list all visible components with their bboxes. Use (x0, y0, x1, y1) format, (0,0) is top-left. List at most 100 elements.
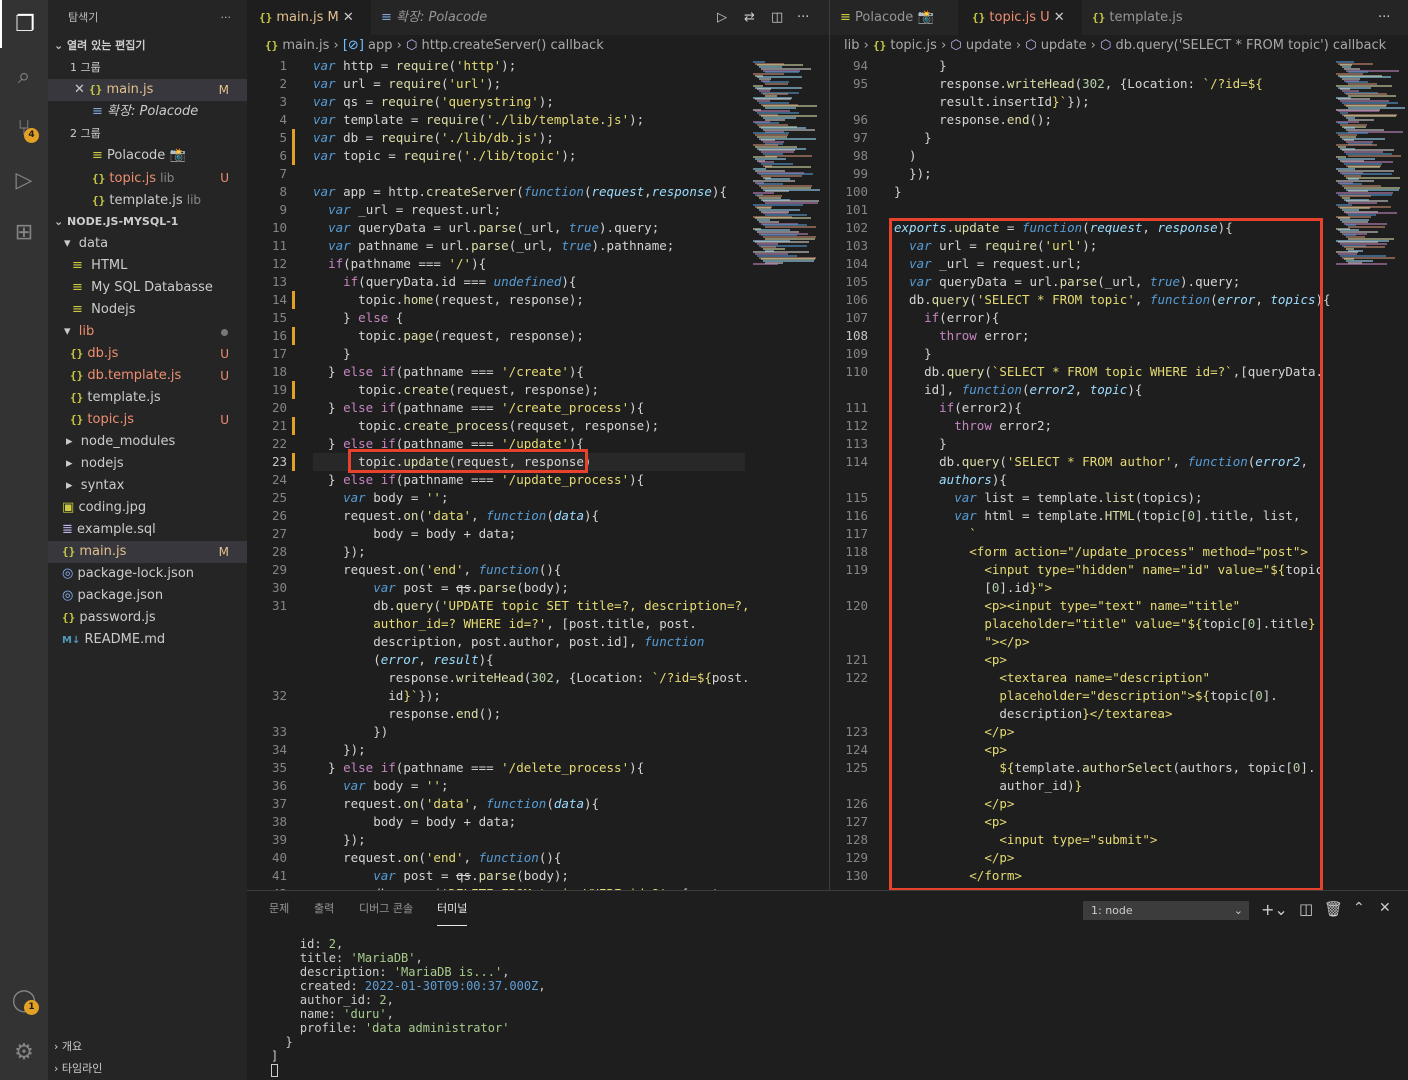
line-number: 98 (852, 148, 868, 163)
code-line: var _url = request.url; (328, 202, 502, 217)
code-line: var queryData = url.parse(_url, true).qu… (328, 220, 660, 235)
settings-gear-icon[interactable]: ⚙ (0, 1028, 48, 1076)
tree-file-topic-js[interactable]: {} topic.js U (48, 409, 247, 431)
new-terminal-icon[interactable]: +⌄ (1261, 900, 1288, 919)
tab-close-icon[interactable]: ✕ (343, 10, 354, 25)
tab-debug-console[interactable]: 디버그 콘솔 (359, 891, 413, 926)
explorer-title: 탐색기 (68, 11, 99, 24)
extensions-icon[interactable]: ⊞ (0, 208, 48, 256)
tree-file-package-lock[interactable]: ◎ package-lock.json (48, 563, 247, 585)
scm-badge: 4 (24, 128, 39, 143)
tree-file-readme[interactable]: M↓ README.md (48, 629, 247, 651)
code-line: request.on('end', function(){ (313, 850, 562, 865)
tree-file-db-template-js[interactable]: {} db.template.js U (48, 365, 247, 387)
run-debug-icon[interactable]: ▷ (0, 156, 48, 204)
line-number: 112 (845, 418, 868, 433)
tab-main-js[interactable]: {} main.js M ✕ (247, 0, 371, 35)
open-editor-template-js[interactable]: {} template.js lib (48, 189, 247, 211)
tree-file-main-js[interactable]: {} main.js M (48, 541, 247, 563)
line-number: 5 (279, 130, 287, 145)
right-code-area[interactable]: 94 95 96 97 98 99 100 101 102 103 104 105 106 107 108 1… (830, 57, 1330, 890)
minimap-line (1336, 263, 1387, 266)
line-number: 11 (271, 238, 287, 253)
search-icon[interactable]: ⌕ (0, 52, 48, 100)
terminal-output[interactable]: id: 2, title: 'MariaDB', description: 'M… (271, 937, 546, 1077)
tab-topic-js[interactable]: {} topic.js U ✕ (958, 0, 1082, 35)
image-file-icon: ▣ (62, 500, 75, 515)
close-panel-icon[interactable]: ✕ (1379, 900, 1391, 916)
tree-folder-node-modules[interactable]: ▸ node_modules (48, 431, 247, 453)
right-breadcrumb[interactable]: lib › {} topic.js › ⬡ update › ⬡ update … (844, 35, 1386, 57)
tree-file-mysql[interactable]: ≡ My SQL Databasse (48, 277, 247, 299)
minimap-line (1348, 202, 1377, 205)
tab-polacode-ext[interactable]: ≡ 확장: Polacode (371, 0, 511, 35)
tree-folder-lib[interactable]: ▾ lib (48, 321, 247, 343)
tree-file-coding-jpg[interactable]: ▣ coding.jpg (48, 497, 247, 519)
line-number: 114 (845, 454, 868, 469)
tab-polacode[interactable]: ≡ Polacode 📸 (830, 0, 958, 35)
line-number: 107 (845, 310, 868, 325)
tree-folder-data[interactable]: ▾ data (48, 233, 247, 255)
more-actions-icon[interactable]: ··· (1378, 0, 1400, 35)
minimap-line (1348, 95, 1396, 97)
open-editor-main-js[interactable]: ✕ {} main.js M (48, 79, 247, 101)
explorer-icon[interactable]: ❐ (0, 0, 48, 48)
line-number: 28 (271, 544, 287, 559)
split-editor-icon[interactable]: ◫ (771, 0, 793, 35)
code-line: response.writeHead(302, {Location: `/?id… (313, 670, 747, 685)
terminal-select[interactable]: 1: node ⌄ (1083, 901, 1249, 920)
line-number: 130 (845, 868, 868, 883)
tab-close-icon[interactable]: ✕ (1054, 10, 1065, 25)
line-number: 121 (845, 652, 868, 667)
more-actions-icon[interactable]: ··· (797, 0, 819, 35)
code-line: ) (894, 148, 917, 163)
open-editor-topic-js[interactable]: {} topic.js lib U (48, 167, 247, 189)
gutter-modified-mark (292, 129, 295, 165)
tree-file-db-js[interactable]: {} db.js U (48, 343, 247, 365)
left-breadcrumb[interactable]: {} main.js › [⊘] app › ⬡ http.createServ… (265, 35, 604, 57)
tree-file-password-js[interactable]: {} password.js (48, 607, 247, 629)
left-editor-tabs: {} main.js M ✕ ≡ 확장: Polacode ▷ ⇄ ◫ ··· (247, 0, 829, 35)
code-line: author_id=? WHERE id=?', [post.title, po… (373, 616, 697, 631)
open-editor-polacode-ext[interactable]: ≡ 확장: Polacode (48, 101, 247, 123)
maximize-panel-icon[interactable]: ⌃ (1353, 900, 1365, 916)
line-number: 116 (845, 508, 868, 523)
line-number: 9 (279, 202, 287, 217)
split-terminal-icon[interactable]: ◫ (1299, 900, 1313, 918)
account-icon[interactable]: ◯ 1 (0, 976, 48, 1024)
left-code-area[interactable]: 1 2 3 4 5 6 7 8 9 10 11 12 13 14 15 16 17 18 19 20 21 22 23 24 2… (247, 57, 747, 890)
tree-file-html[interactable]: ≡ HTML (48, 255, 247, 277)
tree-file-example-sql[interactable]: ≣ example.sql (48, 519, 247, 541)
tab-terminal[interactable]: 터미널 (437, 891, 468, 926)
open-editor-polacode[interactable]: ≡ Polacode 📸 (48, 145, 247, 167)
compare-changes-icon[interactable]: ⇄ (744, 0, 766, 35)
outline-header[interactable]: › 개요 (48, 1036, 247, 1058)
open-editors-header[interactable]: ⌄ 열려 있는 편집기 (48, 35, 247, 57)
code-line: } else if(pathname === '/create_process'… (313, 400, 645, 415)
code-line: response.end(); (894, 112, 1053, 127)
close-icon[interactable]: ✕ (74, 82, 85, 97)
run-icon[interactable]: ▷ (717, 0, 739, 35)
code-line: topic.page(request, response); (313, 328, 584, 343)
trash-icon[interactable]: 🗑 (1324, 900, 1343, 918)
tab-problems[interactable]: 문제 (269, 891, 289, 926)
tree-folder-syntax[interactable]: ▸ syntax (48, 475, 247, 497)
tree-folder-nodejs[interactable]: ▸ nodejs (48, 453, 247, 475)
tab-output[interactable]: 출력 (314, 891, 334, 926)
code-line: if(pathname === '/'){ (328, 256, 487, 271)
tree-file-nodejs[interactable]: ≡ Nodejs (48, 299, 247, 321)
timeline-header[interactable]: › 타임라인 (48, 1058, 247, 1080)
line-number: 20 (271, 400, 287, 415)
source-control-icon[interactable]: ⑂ 4 (0, 104, 48, 152)
line-number: 99 (852, 166, 868, 181)
line-number: 41 (271, 868, 287, 883)
line-number: 24 (271, 472, 287, 487)
tab-template-js[interactable]: {} template.js (1082, 0, 1202, 35)
tree-file-template-js[interactable]: {} template.js (48, 387, 247, 409)
tree-file-package-json[interactable]: ◎ package.json (48, 585, 247, 607)
left-minimap[interactable] (749, 57, 829, 890)
more-actions-icon[interactable]: ··· (221, 0, 232, 35)
right-minimap[interactable] (1332, 57, 1408, 890)
project-header[interactable]: ⌄ NODE.JS-MYSQL-1 (48, 211, 247, 233)
code-line: var body = ''; (343, 778, 449, 793)
